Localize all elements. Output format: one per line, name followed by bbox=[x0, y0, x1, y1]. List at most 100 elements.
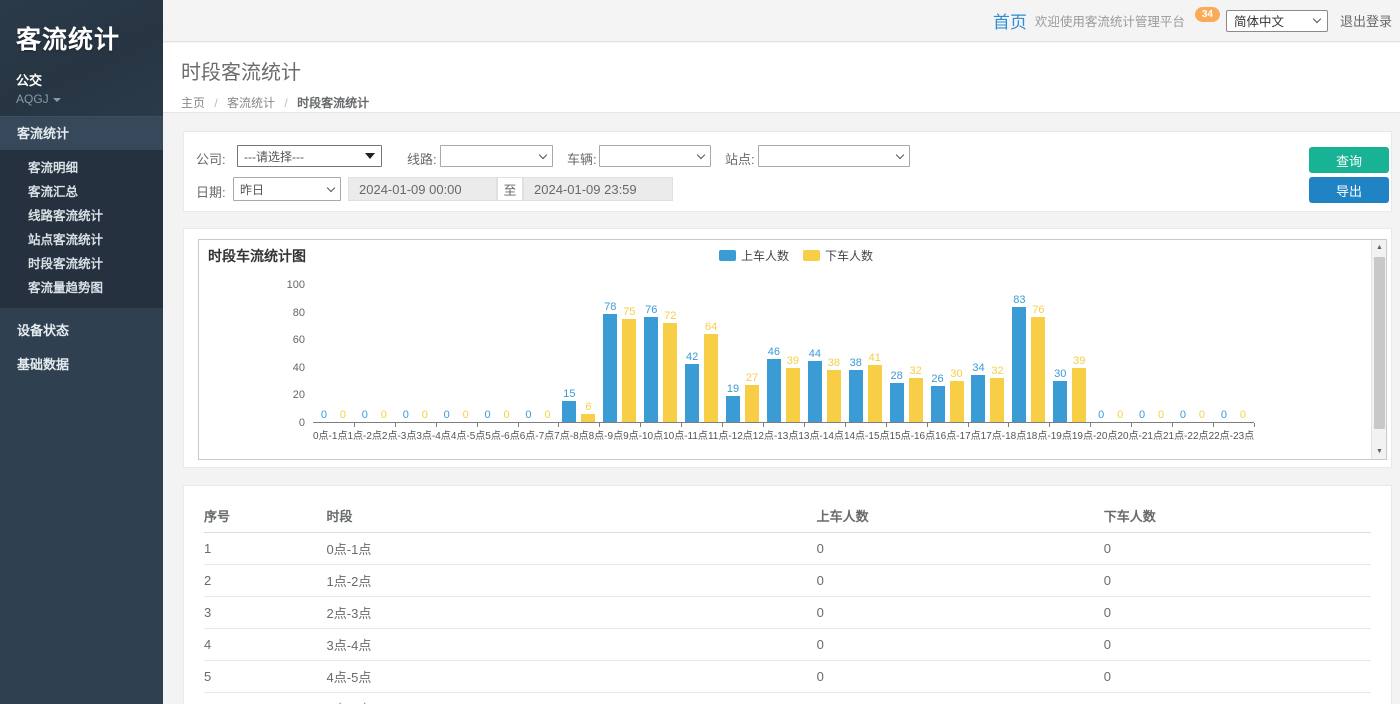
sidebar-subitem-3[interactable]: 站点客流统计 bbox=[0, 228, 163, 252]
query-button[interactable]: 查询 bbox=[1309, 147, 1389, 173]
sidebar-subitem-0[interactable]: 客流明细 bbox=[0, 156, 163, 180]
bar-group: 44 38 bbox=[804, 285, 845, 422]
breadcrumb-passenger-stats[interactable]: 客流统计 bbox=[227, 96, 275, 110]
bar-group: 00 bbox=[436, 285, 477, 422]
bar-group: 4264 bbox=[681, 285, 722, 422]
legend-item[interactable]: 下车人数 bbox=[803, 247, 873, 264]
org-code-dropdown[interactable]: AQGJ bbox=[16, 92, 147, 106]
vehicle-label: 车辆: bbox=[567, 149, 597, 168]
notification-badge[interactable]: 34 bbox=[1195, 7, 1220, 22]
x-tick-label: 1点-2点 bbox=[347, 427, 381, 442]
bar-value-label: 44 bbox=[809, 348, 821, 360]
bar bbox=[909, 378, 923, 422]
date-preset-select[interactable]: 昨日 bbox=[233, 177, 341, 201]
chart-x-axis-labels: 0点-1点1点-2点2点-3点3点-4点4点-5点5点-6点6点-7点7点-8点… bbox=[313, 427, 1254, 442]
x-tick-label: 11点-12点 bbox=[708, 427, 753, 442]
y-tick-label: 40 bbox=[275, 362, 305, 374]
bar bbox=[581, 414, 595, 422]
scroll-down-icon[interactable]: ▼ bbox=[1372, 444, 1387, 459]
bar-group: 2630 bbox=[927, 285, 968, 422]
scroll-up-icon[interactable]: ▲ bbox=[1372, 240, 1387, 255]
bar-group: 7875 bbox=[599, 285, 640, 422]
header-index: 序号 bbox=[204, 501, 327, 533]
x-tick-label: 17点-18点 bbox=[981, 427, 1027, 442]
bar-value-label: 0 bbox=[1199, 409, 1205, 421]
bar bbox=[1012, 307, 1026, 422]
bar-value-label: 0 bbox=[1180, 409, 1186, 421]
sidebar-item-base-data[interactable]: 基础数据 bbox=[0, 348, 163, 382]
chart-scrollbar[interactable]: ▲ ▼ bbox=[1371, 240, 1386, 459]
page-title: 时段客流统计 bbox=[181, 56, 1400, 85]
bar-value-label: 0 bbox=[504, 409, 510, 421]
bar-value-label: 32 bbox=[910, 365, 922, 377]
station-select[interactable] bbox=[758, 145, 910, 167]
chart-title: 时段车流统计图 bbox=[208, 246, 306, 266]
bar-value-label: 30 bbox=[1054, 368, 1066, 380]
x-tick-label: 8点-9点 bbox=[589, 427, 623, 442]
x-tick-label: 22点-23点 bbox=[1209, 427, 1255, 442]
bar-value-label: 42 bbox=[686, 351, 698, 363]
bar bbox=[971, 375, 985, 422]
x-tick-label: 20点-21点 bbox=[1117, 427, 1163, 442]
x-tick-label: 21点-22点 bbox=[1163, 427, 1209, 442]
vehicle-select[interactable] bbox=[599, 145, 711, 167]
sidebar-item-passenger-stats[interactable]: 客流统计 bbox=[0, 116, 163, 150]
bar-value-label: 19 bbox=[727, 383, 739, 395]
breadcrumb-home[interactable]: 主页 bbox=[181, 96, 205, 110]
sidebar-subitem-5[interactable]: 客流量趋势图 bbox=[0, 276, 163, 300]
sidebar-subitem-2[interactable]: 线路客流统计 bbox=[0, 204, 163, 228]
bar-value-label: 38 bbox=[850, 357, 862, 369]
bar-group: 3039 bbox=[1049, 285, 1090, 422]
legend-item[interactable]: 上车人数 bbox=[719, 247, 789, 264]
bar-value-label: 38 bbox=[828, 357, 840, 369]
bar-value-label: 0 bbox=[1240, 409, 1246, 421]
bar bbox=[644, 317, 658, 422]
header-board: 上车人数 bbox=[817, 501, 1104, 533]
x-tick-label: 18点-19点 bbox=[1026, 427, 1072, 442]
chevron-down-icon bbox=[327, 183, 335, 191]
table-row: 65点-6点00 bbox=[204, 693, 1371, 704]
bar-value-label: 46 bbox=[768, 346, 780, 358]
bar bbox=[868, 365, 882, 422]
bar-value-label: 0 bbox=[321, 409, 327, 421]
bar-value-label: 0 bbox=[362, 409, 368, 421]
line-select[interactable] bbox=[440, 145, 553, 167]
sidebar-subitem-1[interactable]: 客流汇总 bbox=[0, 180, 163, 204]
x-tick-label: 5点-6点 bbox=[485, 427, 519, 442]
sidebar-logo-block: 客流统计 公交 AQGJ bbox=[0, 0, 163, 116]
bar-value-label: 15 bbox=[563, 388, 575, 400]
bar-value-label: 28 bbox=[891, 370, 903, 382]
chevron-down-icon bbox=[896, 150, 904, 158]
x-tick-label: 15点-16点 bbox=[890, 427, 936, 442]
bar-group: 00 bbox=[1090, 285, 1131, 422]
home-link[interactable]: 首页 bbox=[993, 8, 1027, 33]
chart-legend: 上车人数下车人数 bbox=[719, 247, 873, 264]
sidebar-item-device-status[interactable]: 设备状态 bbox=[0, 314, 163, 348]
bar bbox=[849, 370, 863, 422]
bar-value-label: 0 bbox=[381, 409, 387, 421]
bar-value-label: 76 bbox=[1032, 304, 1044, 316]
bar-group: 00 bbox=[477, 285, 518, 422]
sidebar-subitem-4[interactable]: 时段客流统计 bbox=[0, 252, 163, 276]
bar-value-label: 6 bbox=[585, 401, 591, 413]
date-start-input[interactable]: 2024-01-09 00:00 bbox=[348, 177, 497, 201]
date-end-input[interactable]: 2024-01-09 23:59 bbox=[523, 177, 673, 201]
bar-value-label: 30 bbox=[950, 368, 962, 380]
table-row: 32点-3点00 bbox=[204, 597, 1371, 629]
x-tick-label: 4点-5点 bbox=[451, 427, 485, 442]
breadcrumb-current: 时段客流统计 bbox=[297, 96, 369, 110]
bar bbox=[622, 319, 636, 423]
bar-value-label: 72 bbox=[664, 310, 676, 322]
logout-link[interactable]: 退出登录 bbox=[1340, 11, 1392, 30]
export-button[interactable]: 导出 bbox=[1309, 177, 1389, 203]
bar bbox=[704, 334, 718, 422]
bar-value-label: 83 bbox=[1013, 294, 1025, 306]
company-select[interactable]: ---请选择--- bbox=[237, 145, 382, 167]
language-select[interactable]: 简体中文 bbox=[1226, 10, 1328, 32]
bar-group: 28 32 bbox=[886, 285, 927, 422]
bar bbox=[1031, 317, 1045, 422]
bar bbox=[808, 361, 822, 422]
x-tick-label: 2点-3点 bbox=[382, 427, 416, 442]
chevron-down-icon bbox=[697, 150, 705, 158]
scrollbar-thumb[interactable] bbox=[1374, 257, 1385, 429]
